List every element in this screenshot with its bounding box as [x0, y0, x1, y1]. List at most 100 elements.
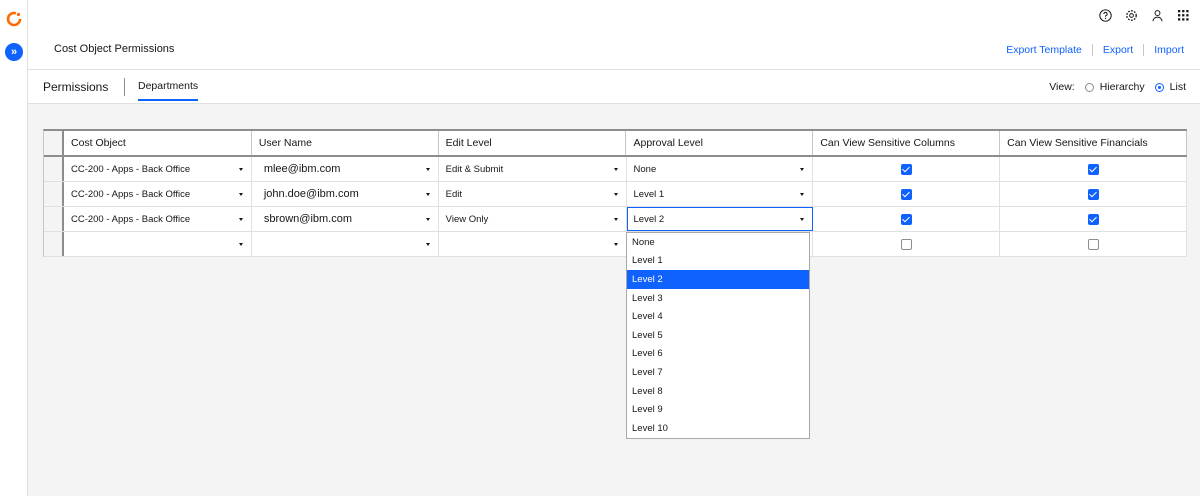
expand-nav-icon[interactable]: »: [5, 43, 23, 61]
row-header[interactable]: [44, 182, 64, 206]
sensitive-financials-checkbox[interactable]: [1087, 213, 1099, 225]
cost-object-cell[interactable]: [64, 232, 252, 256]
approval-level-cell[interactable]: None: [627, 157, 814, 181]
tab-permissions[interactable]: Permissions: [43, 80, 108, 94]
hierarchy-radio[interactable]: [1084, 82, 1094, 92]
dropdown-option[interactable]: Level 9: [627, 400, 809, 419]
edit-level-cell[interactable]: [439, 232, 627, 256]
header-actions: Export Template Export Import: [996, 44, 1184, 56]
column-header[interactable]: User Name: [252, 131, 439, 155]
caret-down-icon[interactable]: [425, 243, 430, 246]
caret-down-icon[interactable]: [238, 243, 243, 246]
permissions-grid: Cost Object User Name Edit Level Approva…: [43, 129, 1188, 257]
dropdown-option[interactable]: Level 8: [627, 382, 809, 401]
sensitive-columns-checkbox[interactable]: [900, 213, 912, 225]
user-name-cell[interactable]: john.doe@ibm.com: [252, 182, 439, 206]
grid-header-row: Cost Object User Name Edit Level Approva…: [44, 131, 1188, 157]
caret-down-icon[interactable]: [800, 218, 805, 221]
edit-level-cell[interactable]: Edit & Submit: [439, 157, 627, 181]
caret-down-icon[interactable]: [425, 168, 430, 171]
sensitive-financials-cell: [1000, 157, 1188, 181]
dropdown-option[interactable]: Level 10: [627, 419, 809, 438]
user-name-value: john.doe@ibm.com: [263, 188, 359, 200]
row-header[interactable]: [44, 157, 64, 181]
sensitive-columns-cell: [813, 232, 1001, 256]
app-switcher-icon[interactable]: [1176, 6, 1190, 24]
table-row: CC-200 - Apps - Back Office john.doe@ibm…: [44, 182, 1188, 207]
table-row-empty: [44, 232, 1188, 257]
view-label: View:: [1049, 81, 1075, 93]
hierarchy-label[interactable]: Hierarchy: [1100, 81, 1145, 93]
sensitive-financials-checkbox[interactable]: [1087, 188, 1099, 200]
caret-down-icon[interactable]: [238, 168, 243, 171]
caret-down-icon[interactable]: [425, 218, 430, 221]
dropdown-option[interactable]: Level 1: [627, 252, 809, 271]
row-header[interactable]: [44, 232, 64, 256]
approval-level-cell[interactable]: Level 1: [627, 182, 814, 206]
dropdown-option[interactable]: None: [627, 233, 809, 252]
cost-object-cell[interactable]: CC-200 - Apps - Back Office: [64, 182, 252, 206]
edit-level-value: Edit: [445, 188, 463, 200]
row-header-corner: [44, 131, 64, 155]
cost-object-value: CC-200 - Apps - Back Office: [70, 163, 191, 175]
caret-down-icon[interactable]: [238, 218, 243, 221]
tab-departments[interactable]: Departments: [138, 80, 199, 101]
import-link[interactable]: Import: [1143, 44, 1184, 56]
list-radio[interactable]: [1154, 82, 1164, 92]
sensitive-columns-checkbox[interactable]: [900, 163, 912, 175]
tab-divider: [124, 78, 125, 96]
edit-level-cell[interactable]: Edit: [439, 182, 627, 206]
column-header[interactable]: Can View Sensitive Columns: [813, 131, 1001, 155]
caret-down-icon[interactable]: [613, 218, 618, 221]
list-label[interactable]: List: [1170, 81, 1186, 93]
export-link[interactable]: Export: [1091, 44, 1143, 56]
user-icon[interactable]: [1150, 6, 1164, 24]
caret-down-icon[interactable]: [613, 168, 618, 171]
approval-level-value: Level 2: [633, 213, 665, 225]
view-toggle: View: Hierarchy List: [1049, 81, 1186, 93]
dropdown-option[interactable]: Level 6: [627, 345, 809, 364]
dropdown-option[interactable]: Level 4: [627, 307, 809, 326]
sensitive-columns-checkbox[interactable]: [900, 238, 912, 250]
caret-down-icon[interactable]: [800, 193, 805, 196]
approval-level-value: None: [633, 163, 657, 175]
caret-down-icon[interactable]: [425, 193, 430, 196]
column-header[interactable]: Cost Object: [64, 131, 252, 155]
caret-down-icon[interactable]: [238, 193, 243, 196]
app-logo-icon: [6, 11, 22, 27]
approval-level-value: Level 1: [633, 188, 665, 200]
cost-object-value: CC-200 - Apps - Back Office: [70, 188, 191, 200]
caret-down-icon[interactable]: [613, 243, 618, 246]
sensitive-columns-cell: [813, 182, 1001, 206]
dropdown-option[interactable]: Level 3: [627, 289, 809, 308]
row-header[interactable]: [44, 207, 64, 231]
user-name-value: sbrown@ibm.com: [263, 213, 353, 225]
cost-object-cell[interactable]: CC-200 - Apps - Back Office: [64, 157, 252, 181]
sensitive-financials-checkbox[interactable]: [1087, 238, 1099, 250]
column-header[interactable]: Can View Sensitive Financials: [1000, 131, 1188, 155]
dropdown-option-selected[interactable]: Level 2: [627, 270, 809, 289]
cost-object-value: CC-200 - Apps - Back Office: [70, 213, 191, 225]
cost-object-cell[interactable]: CC-200 - Apps - Back Office: [64, 207, 252, 231]
edit-level-cell[interactable]: View Only: [439, 207, 627, 231]
help-icon[interactable]: [1098, 6, 1112, 24]
column-header[interactable]: Approval Level: [626, 131, 814, 155]
table-row: CC-200 - Apps - Back Office mlee@ibm.com…: [44, 157, 1188, 182]
sensitive-columns-cell: [813, 207, 1001, 231]
user-name-cell[interactable]: mlee@ibm.com: [252, 157, 439, 181]
dropdown-option[interactable]: Level 5: [627, 326, 809, 345]
caret-down-icon[interactable]: [613, 193, 618, 196]
export-template-link[interactable]: Export Template: [996, 44, 1092, 56]
edit-level-value: Edit & Submit: [445, 163, 504, 175]
user-name-cell[interactable]: [252, 232, 439, 256]
top-toolbar: [1098, 6, 1190, 24]
column-header[interactable]: Edit Level: [439, 131, 627, 155]
caret-down-icon[interactable]: [800, 168, 805, 171]
dropdown-option[interactable]: Level 7: [627, 363, 809, 382]
user-name-cell[interactable]: sbrown@ibm.com: [252, 207, 439, 231]
sensitive-financials-checkbox[interactable]: [1087, 163, 1099, 175]
approval-level-cell-active[interactable]: Level 2: [626, 207, 814, 231]
left-rail: »: [0, 0, 28, 496]
sensitive-columns-checkbox[interactable]: [900, 188, 912, 200]
settings-icon[interactable]: [1124, 6, 1138, 24]
